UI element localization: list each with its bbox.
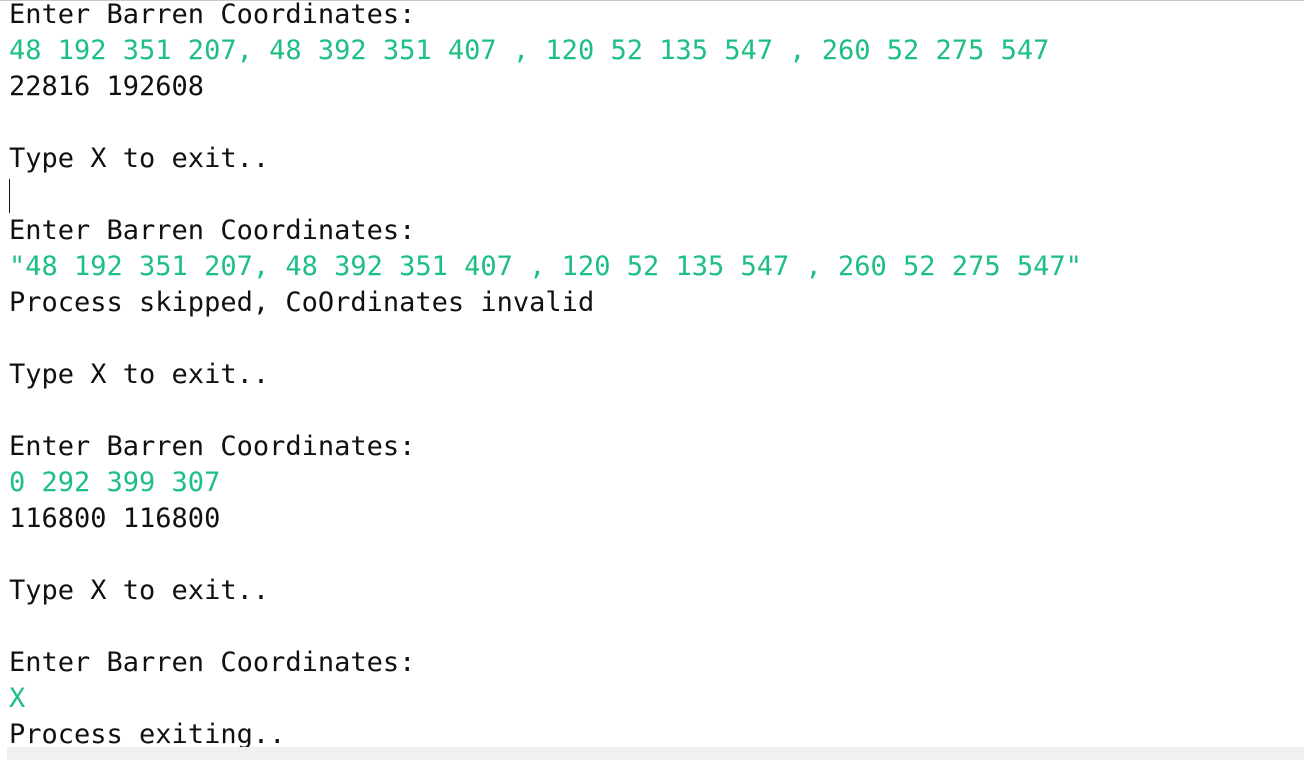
user-input-line: 48 192 351 207, 48 392 351 407 , 120 52 … (9, 35, 1050, 66)
console-window[interactable]: Enter Barren Coordinates: 48 192 351 207,… (0, 0, 1304, 760)
result-line: 116800 116800 (9, 503, 221, 534)
console-output: Enter Barren Coordinates: 48 192 351 207,… (9, 0, 1299, 753)
prompt-line: Type X to exit.. (9, 359, 270, 390)
user-input-line: 0 292 399 307 (9, 467, 221, 498)
prompt-line: Enter Barren Coordinates: (9, 215, 416, 246)
prompt-line: Type X to exit.. (9, 143, 270, 174)
scrollbar-corner (0, 747, 7, 760)
prompt-line: Enter Barren Coordinates: (9, 647, 416, 678)
prompt-line: Type X to exit.. (9, 575, 270, 606)
text-caret-line (9, 177, 1299, 213)
user-input-line: "48 192 351 207, 48 392 351 407 , 120 52… (9, 251, 1082, 282)
result-line: Process skipped, CoOrdinates invalid (9, 287, 595, 318)
horizontal-scrollbar[interactable] (0, 747, 1304, 760)
text-caret (9, 178, 10, 213)
prompt-line: Enter Barren Coordinates: (9, 431, 416, 462)
user-input-line: X (9, 683, 26, 714)
result-line: 22816 192608 (9, 71, 205, 102)
prompt-line: Enter Barren Coordinates: (9, 0, 416, 30)
